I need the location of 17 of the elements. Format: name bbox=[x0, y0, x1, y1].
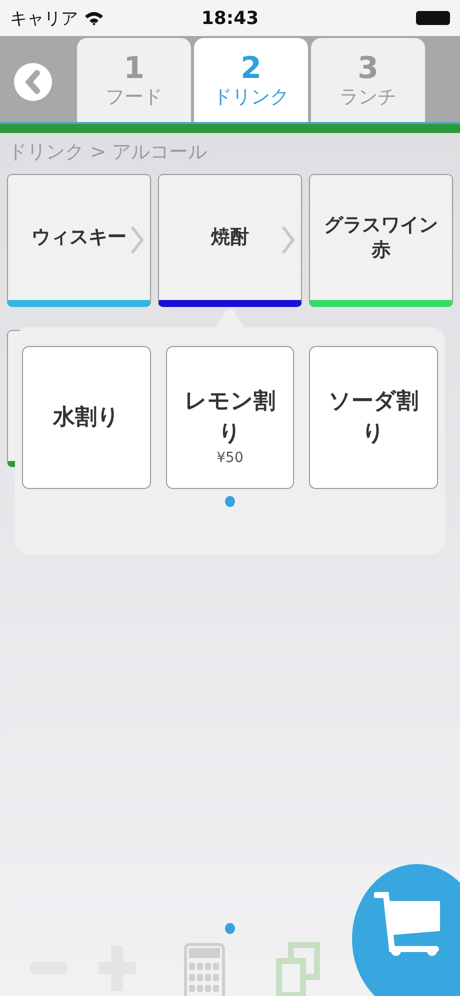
wifi-icon bbox=[84, 10, 104, 26]
page-indicator bbox=[225, 923, 235, 934]
back-icon bbox=[24, 70, 42, 94]
menu-card[interactable]: 焼酎 bbox=[158, 174, 302, 307]
option-button[interactable]: 水割り bbox=[22, 346, 151, 489]
back-button[interactable] bbox=[14, 63, 52, 101]
option-button[interactable]: ソーダ割り bbox=[309, 346, 438, 489]
clock-time: 18:43 bbox=[201, 8, 259, 28]
option-button[interactable]: レモン割り ¥50 bbox=[166, 346, 294, 489]
menu-card[interactable]: ウィスキー bbox=[7, 174, 151, 307]
breadcrumb: ドリンク > アルコール bbox=[8, 141, 207, 163]
battery-icon bbox=[416, 11, 450, 25]
calculator-icon[interactable] bbox=[184, 943, 225, 996]
menu-card[interactable]: グラスワイン赤 bbox=[309, 174, 453, 307]
carrier-label: キャリア bbox=[10, 8, 78, 30]
cart-icon bbox=[374, 891, 442, 957]
copy-icon[interactable] bbox=[276, 942, 320, 996]
